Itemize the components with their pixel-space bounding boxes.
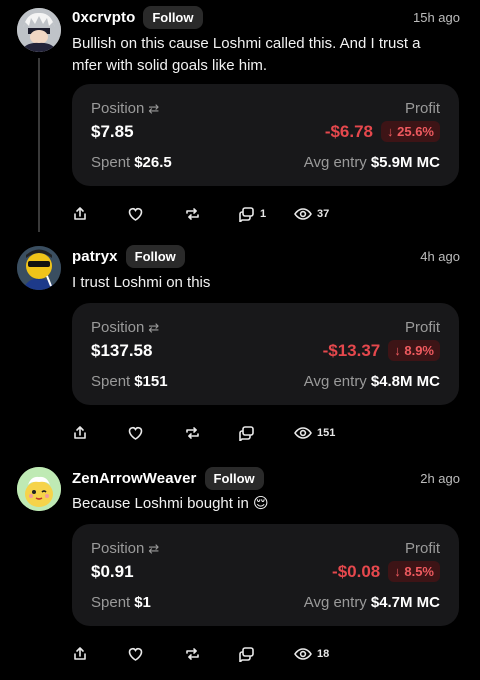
spent-value: $1 — [134, 594, 151, 611]
share-icon[interactable] — [72, 203, 88, 225]
username[interactable]: patryx — [72, 248, 118, 265]
follow-button[interactable]: Follow — [125, 244, 185, 268]
profit-value: -$13.37 — [322, 340, 381, 360]
repost-icon[interactable] — [184, 422, 201, 444]
comment-count: 1 — [260, 208, 267, 220]
profit-label: Profit — [404, 100, 440, 117]
profit-percent-badge: ↓ 8.5% — [388, 561, 440, 582]
swap-arrows-icon[interactable]: ⇄ — [148, 101, 159, 116]
spent-row: Spent $26.5 — [91, 154, 172, 171]
avg-entry-row: Avg entry $4.7M MC — [303, 594, 440, 611]
timestamp: 4h ago — [420, 248, 460, 264]
comment-icon[interactable]: 1 — [238, 203, 266, 225]
action-bar: 1 37 — [72, 203, 372, 225]
heart-icon[interactable] — [127, 422, 144, 444]
position-value: $0.91 — [91, 562, 134, 581]
eye-icon — [294, 207, 312, 221]
profit-label: Profit — [404, 319, 440, 336]
comment-post: 0xcrvpto Follow 15h ago Bullish on this … — [0, 0, 480, 232]
share-icon[interactable] — [72, 643, 88, 665]
eye-icon — [294, 426, 312, 440]
profit-value: -$6.78 — [324, 121, 374, 141]
position-value: $7.85 — [91, 122, 134, 141]
profit-value: -$0.08 — [332, 561, 381, 581]
position-value: $137.58 — [91, 341, 153, 360]
spent-row: Spent $151 — [91, 373, 168, 390]
avg-entry-value: $4.8M MC — [370, 373, 440, 390]
views: 151 — [294, 422, 335, 444]
spent-row: Spent $1 — [91, 594, 151, 611]
profit-percent-badge: ↓ 8.9% — [388, 340, 440, 361]
username[interactable]: 0xcrvpto — [72, 9, 135, 26]
comment-icon[interactable] — [238, 643, 255, 665]
spent-value: $26.5 — [134, 154, 172, 171]
position-card[interactable]: Position ⇄ $137.58 Spent $151 Profit -$13.… — [72, 303, 459, 405]
follow-button[interactable]: Follow — [143, 5, 203, 29]
repost-icon[interactable] — [184, 203, 201, 225]
username[interactable]: ZenArrowWeaver — [72, 470, 197, 487]
avg-entry-row: Avg entry $5.9M MC — [303, 154, 440, 171]
avg-entry-value: $4.7M MC — [370, 594, 440, 611]
thread-line — [38, 58, 40, 232]
comment-icon[interactable] — [238, 422, 255, 444]
avg-entry-value: $5.9M MC — [370, 154, 440, 171]
avatar[interactable] — [17, 467, 61, 511]
action-bar: 18 — [72, 643, 372, 665]
post-text: Bullish on this cause Loshmi called this… — [72, 35, 421, 74]
avg-entry-row: Avg entry $4.8M MC — [303, 373, 440, 390]
view-count: 151 — [317, 427, 336, 439]
post-text: I trust Loshmi on this — [72, 274, 211, 291]
position-label: Position ⇄ — [91, 100, 160, 117]
views: 37 — [294, 203, 329, 225]
position-card[interactable]: Position ⇄ $0.91 Spent $1 Profit -$0.08 ↓ … — [72, 524, 459, 626]
timestamp: 2h ago — [420, 470, 460, 486]
position-label: Position ⇄ — [91, 540, 160, 557]
position-card[interactable]: Position ⇄ $7.85 Spent $26.5 Profit -$6.78… — [72, 84, 459, 186]
views: 18 — [294, 643, 329, 665]
share-icon[interactable] — [72, 422, 88, 444]
swap-arrows-icon[interactable]: ⇄ — [148, 541, 159, 556]
follow-button[interactable]: Follow — [204, 466, 264, 490]
profit-percent-badge: ↓ 25.6% — [381, 121, 440, 142]
repost-icon[interactable] — [184, 643, 201, 665]
heart-icon[interactable] — [127, 203, 144, 225]
view-count: 37 — [317, 208, 330, 220]
post-text: Because Loshmi bought in 😌 — [72, 495, 269, 512]
avatar[interactable] — [17, 8, 61, 52]
profit-label: Profit — [404, 540, 440, 557]
position-label: Position ⇄ — [91, 319, 160, 336]
swap-arrows-icon[interactable]: ⇄ — [148, 320, 159, 335]
action-bar: 151 — [72, 422, 372, 444]
timestamp: 15h ago — [413, 9, 460, 25]
comment-post: ZenArrowWeaver Follow 2h ago Because Los… — [0, 462, 480, 680]
comment-post: patryx Follow 4h ago I trust Loshmi on t… — [0, 240, 480, 456]
eye-icon — [294, 647, 312, 661]
spent-value: $151 — [134, 373, 168, 390]
view-count: 18 — [317, 648, 330, 660]
heart-icon[interactable] — [127, 643, 144, 665]
avatar[interactable] — [17, 246, 61, 290]
